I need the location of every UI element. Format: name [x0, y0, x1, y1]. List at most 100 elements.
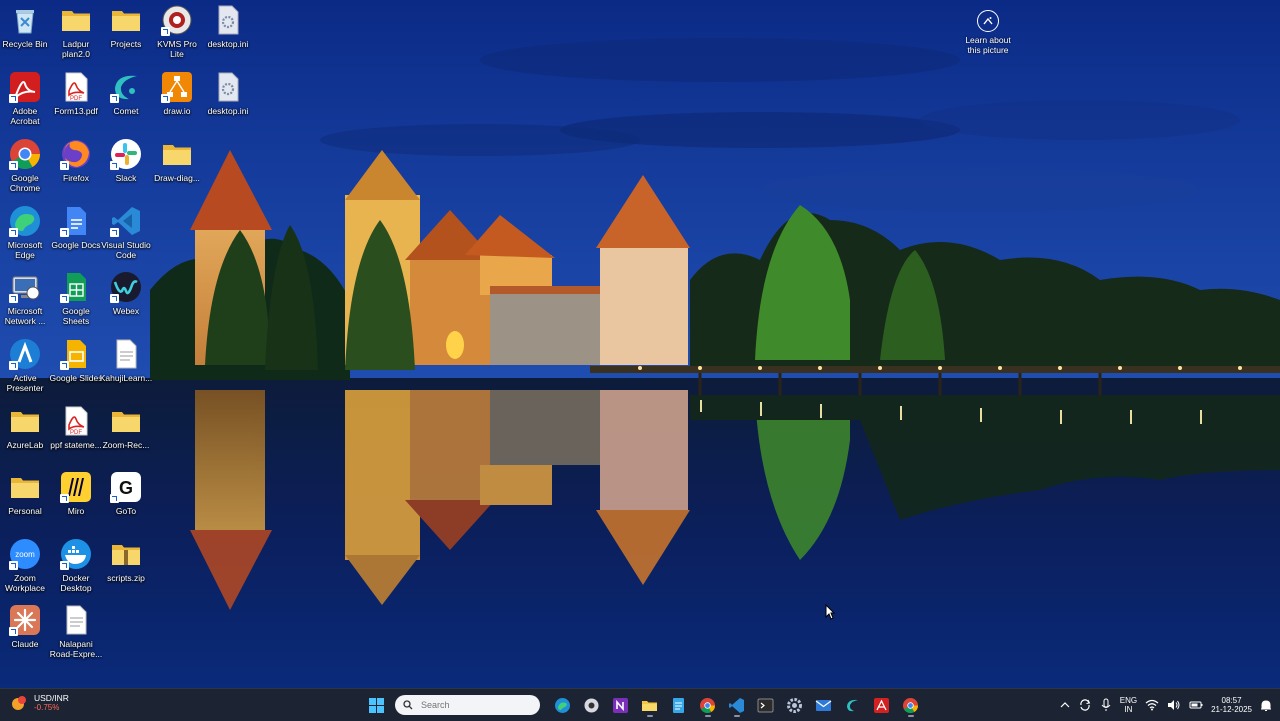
- language-region: IN: [1124, 705, 1133, 714]
- desktop-icon-desktop-ini[interactable]: desktop.ini: [203, 71, 253, 116]
- desktop-icon-google-docs[interactable]: Google Docs: [51, 205, 101, 250]
- taskbar-terminal[interactable]: [753, 693, 778, 717]
- desktop-icon-claude[interactable]: Claude: [0, 604, 50, 649]
- desktop-icon-kahujilearn[interactable]: KahujiLearn...: [100, 338, 152, 383]
- desktop-icon-zoom-rec[interactable]: Zoom-Rec...: [101, 405, 151, 450]
- vscode-icon: [110, 205, 142, 237]
- start-icon: [369, 697, 384, 713]
- taskbar-acrobat[interactable]: [869, 693, 894, 717]
- desktop-icon-webex[interactable]: Webex: [101, 271, 151, 316]
- desktop-icon-label: Adobe Acrobat: [10, 106, 40, 126]
- taskbar-settings[interactable]: [782, 693, 807, 717]
- clock-time: 08:57: [1221, 696, 1242, 705]
- desktop-icon-label: Google Docs: [51, 240, 101, 250]
- chevron-up-icon[interactable]: [1060, 701, 1070, 709]
- learn-picture-icon: [977, 10, 999, 32]
- folder-icon: [110, 4, 142, 36]
- desktop-icon-visual-studio-code[interactable]: Visual Studio Code: [101, 205, 151, 260]
- desktop-icon-nalapani-road-expre[interactable]: Nalapani Road-Expre...: [49, 604, 103, 659]
- start-button[interactable]: [364, 693, 389, 717]
- desktop-icon-draw-io[interactable]: draw.io: [152, 71, 202, 116]
- language-code: ENG: [1119, 696, 1138, 705]
- currency-widget[interactable]: USD/INR -0.75%: [10, 693, 69, 713]
- notification-bell-icon[interactable]: [1260, 699, 1272, 712]
- taskbar-chrome-profile[interactable]: [898, 693, 923, 717]
- desktop-icon-google-sheets[interactable]: Google Sheets: [51, 271, 101, 326]
- desktop-icon-zoom-workplace[interactable]: zoom Zoom Workplace: [0, 538, 50, 593]
- desktop-icon-label: Nalapani Road-Expre...: [49, 639, 103, 659]
- taskbar-apps: [364, 693, 923, 717]
- desktop-icon-label: ppf stateme...: [50, 440, 102, 450]
- taskbar-media[interactable]: [579, 693, 604, 717]
- desktop-icon-slack[interactable]: Slack: [101, 138, 151, 183]
- notepad-icon: [673, 697, 684, 713]
- taskbar-file-explorer[interactable]: [637, 693, 662, 717]
- desktop-icon-label: scripts.zip: [107, 573, 145, 583]
- recycle-bin-icon: [9, 4, 41, 36]
- desktop-icon-label: draw.io: [163, 106, 191, 116]
- folder-icon: [161, 138, 193, 170]
- desktop-icon-active-presenter[interactable]: Active Presenter: [0, 338, 50, 393]
- search-input[interactable]: [419, 699, 523, 711]
- clock[interactable]: 08:57 21-12-2025: [1211, 696, 1252, 714]
- document-icon: [110, 338, 142, 370]
- desktop-icon-kvms-pro-lite[interactable]: KVMS Pro Lite: [152, 4, 202, 59]
- desktop-icon-draw-diag[interactable]: Draw-diag...: [152, 138, 202, 183]
- desktop-icon-form13-pdf[interactable]: PDF Form13.pdf: [51, 71, 101, 116]
- webex-icon: [110, 271, 142, 303]
- desktop-icon-projects[interactable]: Projects: [101, 4, 151, 49]
- desktop-icon-docker-desktop[interactable]: Docker Desktop: [51, 538, 101, 593]
- taskbar-notepad[interactable]: [666, 693, 691, 717]
- desktop-icon-label: Recycle Bin: [2, 39, 48, 49]
- shortcut-arrow-icon: [110, 228, 119, 237]
- shortcut-arrow-icon: [9, 161, 18, 170]
- taskbar-chrome[interactable]: [695, 693, 720, 717]
- desktop-icon-label: Google Sheets: [62, 306, 90, 326]
- slack-icon: [110, 138, 142, 170]
- wifi-icon[interactable]: [1145, 699, 1159, 711]
- desktop-icon-label: GoTo: [115, 506, 137, 516]
- desktop-icon-azurelab[interactable]: AzureLab: [0, 405, 50, 450]
- taskbar-edge[interactable]: [550, 693, 575, 717]
- desktop-icon-comet[interactable]: Comet: [101, 71, 151, 116]
- desktop-icon-firefox[interactable]: Firefox: [51, 138, 101, 183]
- zip-folder-icon: [110, 538, 142, 570]
- taskbar-mail[interactable]: [811, 693, 836, 717]
- sync-icon[interactable]: [1078, 698, 1092, 712]
- desktop-icon-ppf-stateme[interactable]: PDF ppf stateme...: [50, 405, 102, 450]
- goto-icon: G: [110, 471, 142, 503]
- desktop-icon-ladpur-plan2-0[interactable]: Ladpur plan2.0: [51, 4, 101, 59]
- battery-icon[interactable]: [1189, 699, 1203, 711]
- desktop-icon-recycle-bin[interactable]: Recycle Bin: [0, 4, 50, 49]
- desktop-icon-scripts-zip[interactable]: scripts.zip: [101, 538, 151, 583]
- desktop-icon-microsoft-network[interactable]: Microsoft Network ...: [0, 271, 50, 326]
- google-docs-icon: [60, 205, 92, 237]
- shortcut-arrow-icon: [60, 228, 69, 237]
- shortcut-arrow-icon: [161, 27, 170, 36]
- taskbar: USD/INR -0.75% Search ENG IN 08:57 21-12…: [0, 688, 1280, 721]
- desktop-icon-microsoft-edge[interactable]: Microsoft Edge: [0, 205, 50, 260]
- widget-value: -0.75%: [34, 703, 60, 712]
- desktop-icon-adobe-acrobat[interactable]: Adobe Acrobat: [0, 71, 50, 126]
- folder-icon: [60, 4, 92, 36]
- desktop-icon-personal[interactable]: Personal: [0, 471, 50, 516]
- desktop-icon-label: Microsoft Edge: [7, 240, 43, 260]
- desktop-icon-desktop-ini[interactable]: desktop.ini: [203, 4, 253, 49]
- taskbar-search[interactable]: [395, 695, 540, 715]
- microphone-icon[interactable]: [1100, 698, 1112, 712]
- shortcut-arrow-icon: [60, 361, 69, 370]
- shortcut-arrow-icon: [60, 494, 69, 503]
- language-indicator[interactable]: ENG IN: [1120, 696, 1137, 714]
- volume-icon[interactable]: [1167, 699, 1181, 711]
- shortcut-arrow-icon: [9, 627, 18, 636]
- desktop-icon-goto[interactable]: G GoTo: [101, 471, 151, 516]
- taskbar-comet[interactable]: [840, 693, 865, 717]
- desktop-icon-google-chrome[interactable]: Google Chrome: [0, 138, 50, 193]
- desktop-icon-miro[interactable]: Miro: [51, 471, 101, 516]
- terminal-icon: [757, 698, 774, 712]
- taskbar-onenote[interactable]: [608, 693, 633, 717]
- desktop-icon-google-slides[interactable]: Google Slides: [50, 338, 102, 383]
- pdf-icon: PDF: [60, 71, 92, 103]
- learn-about-picture[interactable]: Learn about this picture: [960, 10, 1016, 55]
- taskbar-vscode[interactable]: [724, 693, 749, 717]
